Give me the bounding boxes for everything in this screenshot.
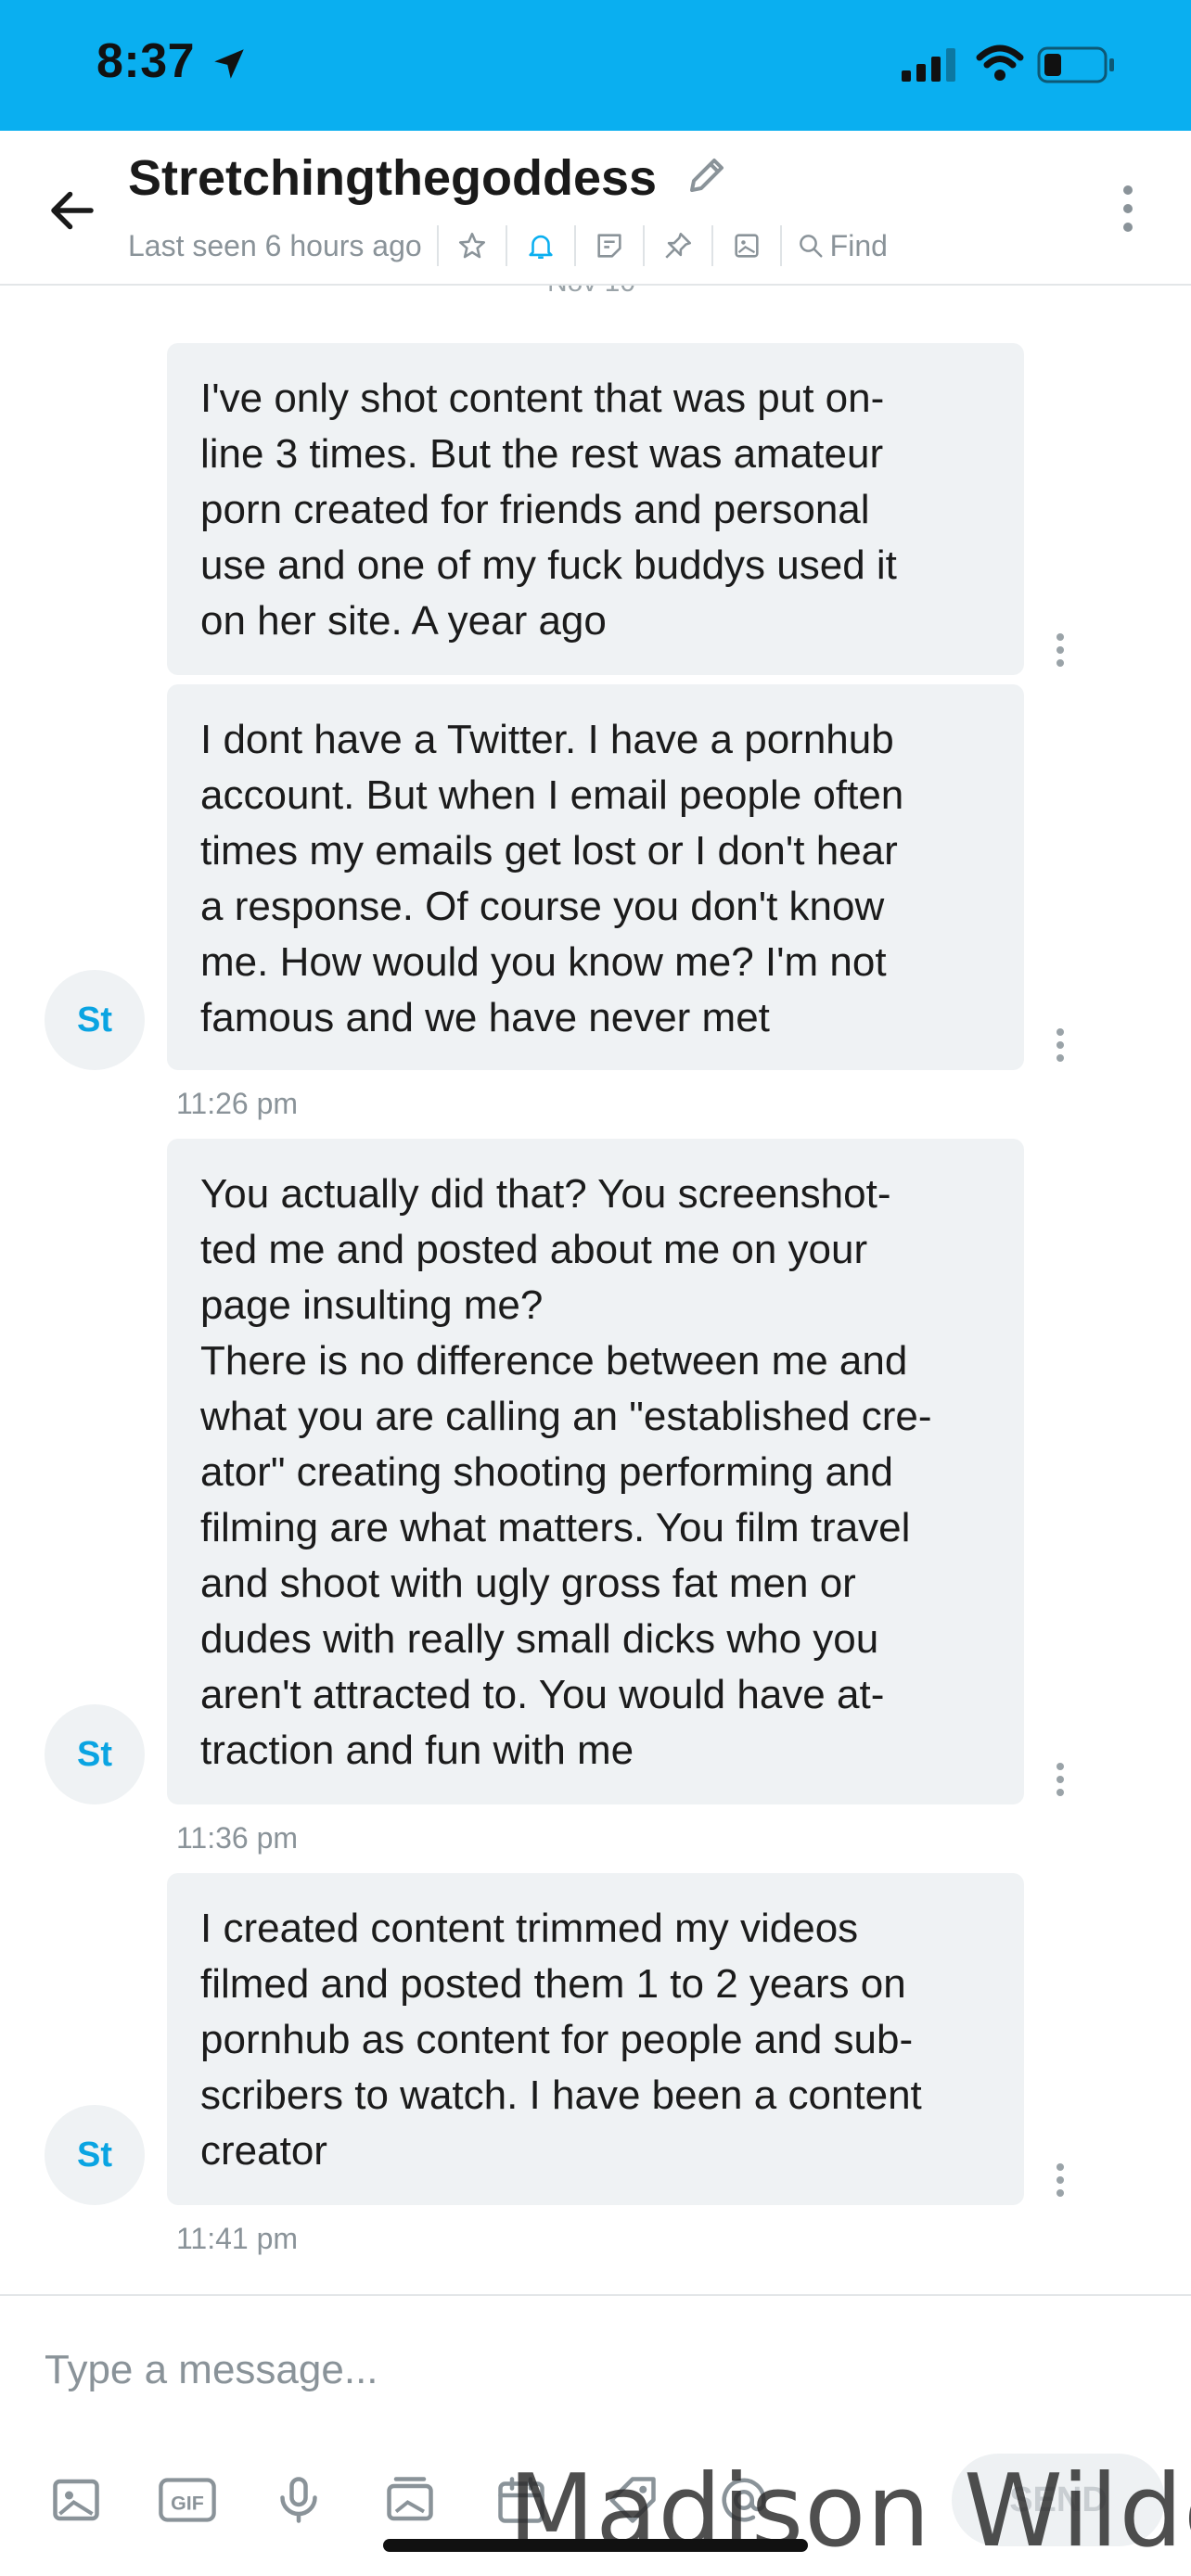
- svg-text:GIF: GIF: [171, 2493, 204, 2515]
- divider: [711, 225, 713, 266]
- divider: [642, 225, 645, 266]
- divider: [436, 225, 439, 266]
- chat-header: Stretchingthegoddess Last seen 6 hours a…: [0, 131, 1191, 286]
- message-bubble[interactable]: I dont have a Twitter. I have a pornhub …: [167, 684, 1024, 1070]
- contact-name[interactable]: Stretchingthegoddess: [128, 149, 657, 207]
- last-seen-label: Last seen 6 hours ago: [128, 228, 422, 262]
- message-options-icon[interactable]: [1056, 632, 1065, 668]
- message-options-icon[interactable]: [1056, 1027, 1065, 1063]
- message-timestamp: 11:26 pm: [176, 1087, 299, 1120]
- battery-icon: [1037, 46, 1117, 88]
- message-bubble[interactable]: I created content trimmed my videos film…: [167, 1873, 1024, 2205]
- home-indicator[interactable]: [383, 2539, 808, 2552]
- message-timestamp: 11:36 pm: [176, 1821, 299, 1855]
- avatar[interactable]: St: [45, 2105, 145, 2205]
- image-icon[interactable]: [43, 2467, 109, 2533]
- divider: [573, 225, 576, 266]
- bell-icon[interactable]: [522, 227, 559, 264]
- divider: [779, 225, 782, 266]
- message-input[interactable]: [45, 2333, 1139, 2407]
- find-label: Find: [829, 228, 888, 262]
- avatar[interactable]: St: [45, 970, 145, 1070]
- message-options-icon[interactable]: [1056, 2162, 1065, 2198]
- gif-icon[interactable]: GIF: [154, 2467, 221, 2533]
- status-bar: 8:37: [0, 0, 1191, 131]
- header-toolbar: Last seen 6 hours ago Find: [128, 222, 888, 270]
- pin-icon[interactable]: [660, 227, 697, 264]
- message-options-icon[interactable]: [1056, 1762, 1065, 1797]
- find-button[interactable]: Find: [797, 229, 888, 263]
- cellular-signal-icon: [902, 48, 959, 86]
- search-icon: [799, 235, 823, 258]
- more-vertical-icon[interactable]: [1109, 183, 1146, 243]
- message-bubble[interactable]: You actually did that? You screenshot- t…: [167, 1139, 1024, 1804]
- vault-icon[interactable]: [377, 2467, 443, 2533]
- status-time: 8:37: [96, 34, 196, 88]
- microphone-icon[interactable]: [265, 2467, 332, 2533]
- divider: [505, 225, 507, 266]
- media-icon[interactable]: [728, 227, 765, 264]
- message-timestamp: 11:41 pm: [176, 2222, 299, 2255]
- avatar[interactable]: St: [45, 1704, 145, 1804]
- star-icon[interactable]: [454, 227, 491, 264]
- watermark: Madison Wilde: [508, 2454, 1191, 2570]
- location-arrow-icon: [210, 45, 249, 88]
- back-arrow-icon[interactable]: [45, 183, 100, 243]
- wifi-icon: [976, 45, 1024, 86]
- note-icon[interactable]: [591, 227, 628, 264]
- pencil-icon[interactable]: [685, 153, 729, 202]
- message-bubble[interactable]: I've only shot content that was put on- …: [167, 343, 1024, 675]
